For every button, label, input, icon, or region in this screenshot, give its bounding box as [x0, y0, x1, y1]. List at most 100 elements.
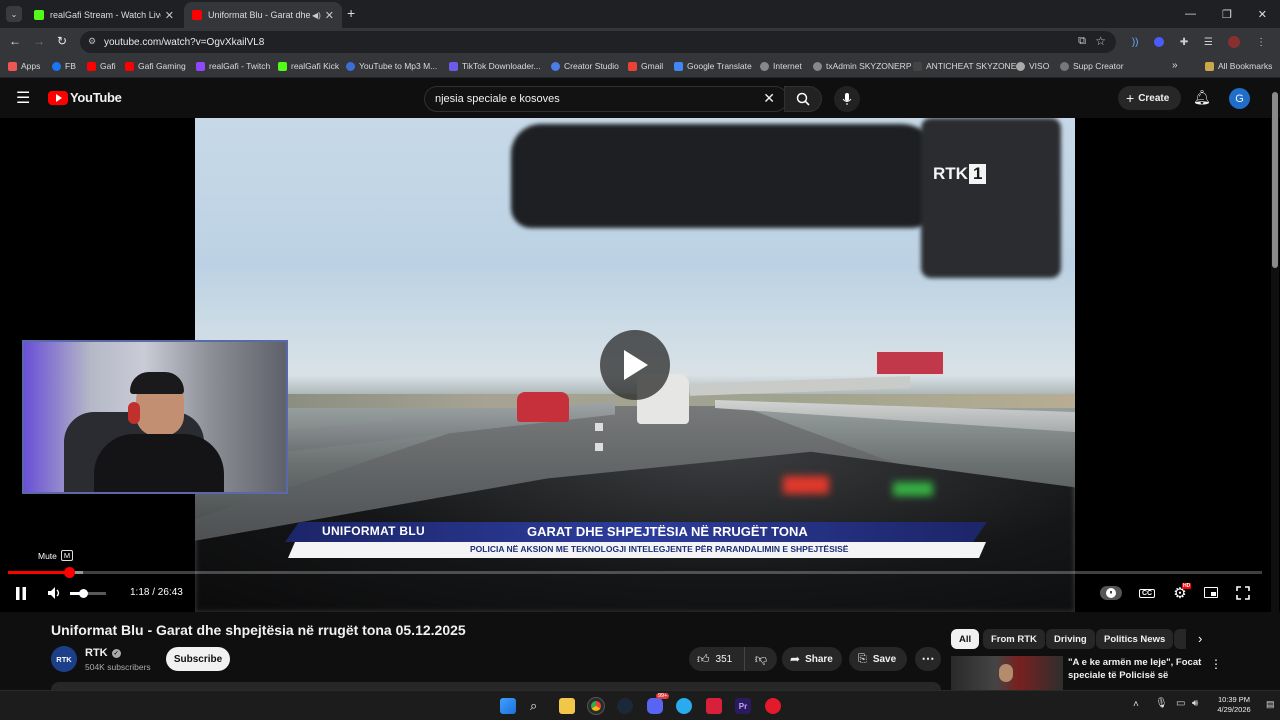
bookmark-tiktok[interactable]: TikTok Downloader... — [449, 61, 541, 71]
pause-button[interactable] — [12, 584, 30, 602]
like-button[interactable]: 👍︎ 351 — [689, 647, 745, 671]
file-explorer-icon[interactable] — [559, 698, 575, 714]
back-icon[interactable]: ← — [9, 34, 21, 48]
miniplayer-button[interactable] — [1202, 584, 1220, 600]
new-tab-button[interactable]: + — [347, 5, 355, 21]
page-scrollbar[interactable] — [1271, 82, 1279, 688]
bookmark-star-icon[interactable]: ☆ — [1095, 34, 1106, 48]
reading-list-icon[interactable]: ☰ — [1204, 37, 1213, 48]
bookmark-creator-studio[interactable]: Creator Studio — [551, 61, 619, 71]
bookmark-fb[interactable]: FB — [52, 61, 76, 71]
bookmark-translate[interactable]: Google Translate — [674, 61, 752, 71]
recommended-title[interactable]: "A e ke armën me leje", Focat speciale t… — [1068, 656, 1204, 682]
search-input[interactable]: njesia speciale e kosoves ✕ — [424, 86, 788, 112]
close-icon[interactable]: ✕ — [325, 9, 334, 22]
dislike-button[interactable]: 👎︎ — [745, 647, 777, 671]
tray-overflow-icon[interactable]: ˄ — [1133, 699, 1139, 710]
chip-partial[interactable] — [1174, 629, 1186, 649]
recommended-thumbnail[interactable] — [951, 656, 1063, 690]
tab-youtube-video[interactable]: Uniformat Blu - Garat dhe s ◀) ✕ — [184, 2, 342, 28]
puzzle-icon[interactable]: ✚ — [1180, 37, 1188, 48]
share-button[interactable]: ➦ Share — [782, 647, 842, 671]
site-info-icon[interactable]: ⚙ — [88, 36, 96, 47]
recommended-menu-icon[interactable]: ⋮ — [1210, 657, 1222, 671]
chip-politics-news[interactable]: Politics News — [1096, 629, 1174, 649]
tab-realgafi-stream[interactable]: realGafi Stream - Watch Live on ✕ — [26, 2, 182, 28]
scrollbar-thumb[interactable] — [1272, 92, 1278, 268]
all-bookmarks[interactable]: All Bookmarks — [1205, 61, 1272, 71]
volume-slider[interactable] — [70, 589, 106, 598]
notification-center-icon[interactable]: ▤ — [1266, 699, 1275, 710]
bookmark-gmail[interactable]: Gmail — [628, 61, 663, 71]
extension-icon[interactable] — [1154, 37, 1165, 47]
bookmark-anticheat[interactable]: ANTICHEAT SKYZONE — [913, 61, 1016, 71]
captions-button[interactable]: CC — [1138, 585, 1156, 601]
windows-start-icon[interactable] — [500, 698, 516, 714]
channel-name-row[interactable]: RTK ✓ — [85, 647, 121, 659]
video-player[interactable]: RTK 1 UNIFORMAT BLU GARAT DHE SHPEJTËSIA… — [0, 118, 1280, 612]
discord-icon[interactable] — [647, 698, 663, 714]
address-bar[interactable]: ⚙ youtube.com/watch?v=OgvXkailVL8 ⧉ ☆ — [80, 31, 1116, 53]
menu-dots-icon[interactable]: ⋮ — [1256, 37, 1266, 48]
bookmark-apps[interactable]: Apps — [8, 61, 40, 71]
bookmark-internet[interactable]: Internet — [760, 61, 802, 71]
telegram-icon[interactable] — [676, 698, 692, 714]
chip-driving[interactable]: Driving — [1046, 629, 1095, 649]
save-button[interactable]: ⎘ Save — [849, 647, 907, 671]
bookmark-twitch[interactable]: realGafi - Twitch — [196, 61, 270, 71]
close-window-icon[interactable]: ✕ — [1258, 8, 1267, 21]
fullscreen-button[interactable] — [1234, 584, 1252, 602]
bookmark-yt-mp3[interactable]: YouTube to Mp3 M... — [346, 61, 437, 71]
tray-microphone-icon[interactable]: 🎙︎ — [1155, 698, 1168, 709]
bookmark-viso[interactable]: VISO — [1016, 61, 1049, 71]
chrome-icon[interactable] — [587, 697, 605, 715]
channel-avatar[interactable]: RTK — [51, 646, 77, 672]
extension-icon[interactable]: )) — [1132, 37, 1139, 48]
premiere-icon[interactable]: Pr — [735, 698, 751, 714]
taskbar-search-icon[interactable]: ⌕ — [530, 698, 537, 714]
settings-button[interactable]: ⚙ HD — [1170, 583, 1192, 603]
minimize-icon[interactable]: — — [1185, 8, 1196, 20]
bookmark-supp-creator[interactable]: Supp Creator — [1060, 61, 1124, 71]
clear-search-icon[interactable]: ✕ — [763, 90, 775, 107]
progress-bar[interactable] — [8, 567, 1262, 578]
reload-icon[interactable]: ↻ — [57, 34, 67, 48]
close-icon[interactable]: ✕ — [165, 9, 174, 22]
steam-icon[interactable] — [617, 698, 633, 714]
big-play-button[interactable] — [600, 330, 670, 400]
tray-network-icon[interactable]: ▭ — [1176, 698, 1185, 709]
search-button[interactable] — [784, 86, 822, 112]
opera-icon[interactable] — [765, 698, 781, 714]
app-icon[interactable] — [706, 698, 722, 714]
mute-button[interactable] — [44, 584, 66, 602]
voice-search-button[interactable] — [834, 86, 860, 112]
more-actions-button[interactable]: ⋯ — [915, 647, 941, 671]
chip-from-rtk[interactable]: From RTK — [983, 629, 1045, 649]
notifications-bell-icon[interactable]: 🔔︎ — [1193, 89, 1211, 106]
scrubber-handle[interactable] — [64, 567, 76, 578]
bookmark-gafi[interactable]: Gafi — [87, 61, 116, 71]
chevron-right-icon[interactable]: › — [1198, 631, 1202, 646]
speaker-icon[interactable]: ◀) — [312, 11, 321, 20]
create-button[interactable]: + Create — [1118, 86, 1181, 110]
youtube-logo[interactable]: YouTube — [48, 90, 122, 105]
bookmark-gafi-gaming[interactable]: Gafi Gaming — [125, 61, 186, 71]
clock[interactable]: 10:39 PM 4/29/2026 — [1212, 695, 1256, 715]
chip-all[interactable]: All — [951, 629, 980, 649]
more-bookmarks-icon[interactable]: » — [1172, 60, 1178, 71]
hamburger-menu-icon[interactable]: ☰ — [16, 88, 30, 108]
install-app-icon[interactable]: ⧉ — [1078, 35, 1086, 48]
subscribe-button[interactable]: Subscribe — [166, 647, 230, 671]
tab-search-button[interactable]: ⌄ — [6, 6, 22, 22]
bookmark-kick[interactable]: realGafi Kick — [278, 61, 339, 71]
account-avatar[interactable]: G — [1229, 88, 1250, 109]
volume-knob[interactable] — [78, 589, 88, 598]
description-box-edge[interactable] — [51, 682, 941, 690]
bookmark-txadmin[interactable]: txAdmin SKYZONERP — [813, 61, 912, 71]
tray-volume-icon[interactable]: 🔊︎ — [1192, 698, 1198, 709]
restore-icon[interactable]: ❐ — [1222, 8, 1232, 21]
autoplay-toggle[interactable]: ⏸︎ — [1100, 586, 1122, 600]
profile-avatar-icon[interactable] — [1228, 36, 1241, 48]
meta-icon — [551, 61, 560, 71]
forward-icon[interactable]: → — [33, 34, 45, 48]
